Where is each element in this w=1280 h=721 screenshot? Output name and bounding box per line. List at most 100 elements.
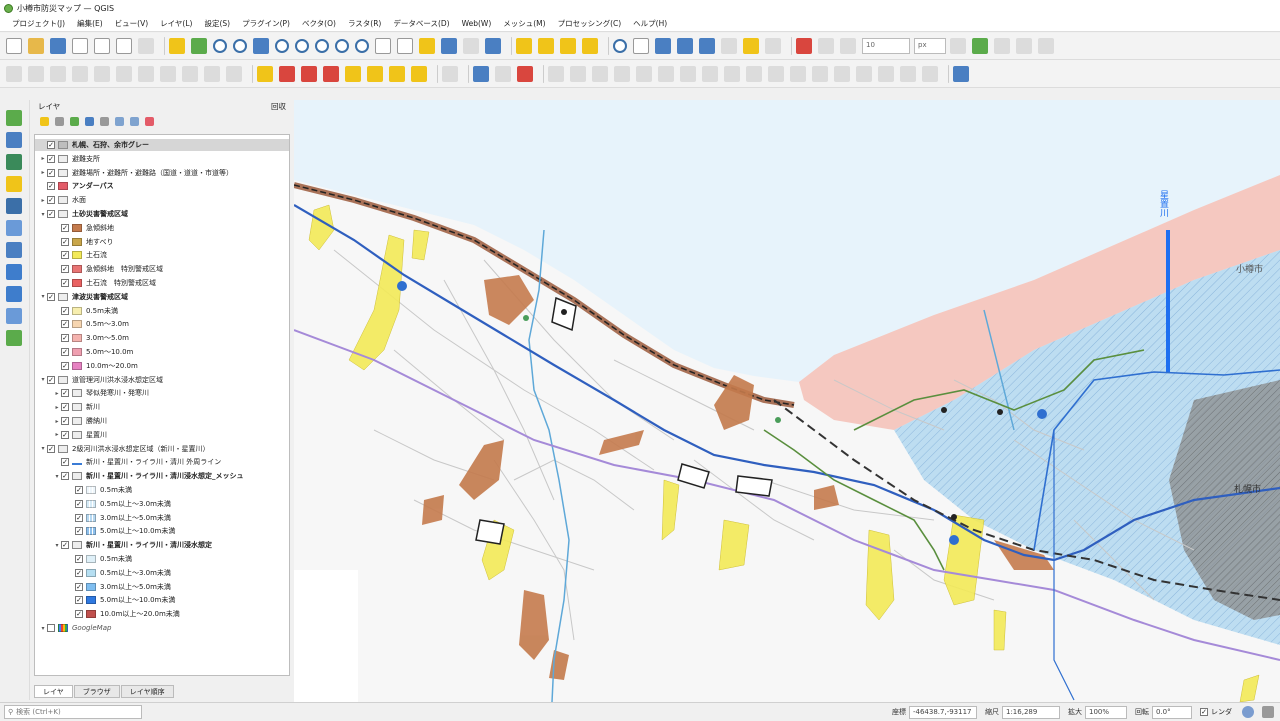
layer-visibility-checkbox[interactable]: ✓: [61, 417, 69, 425]
layer-tree-item[interactable]: ✓ 新川・星置川・ライラ川・清川 外周ライン: [35, 456, 289, 468]
add-feature-icon[interactable]: [72, 65, 88, 82]
merge-features-icon[interactable]: [812, 65, 828, 82]
style-manager-icon[interactable]: [138, 38, 154, 54]
menu-item[interactable]: ベクタ(O): [296, 18, 342, 29]
locator-search-input[interactable]: ⚲ 検索 (Ctrl+K): [4, 705, 142, 719]
undo-icon[interactable]: [204, 65, 220, 82]
layers-panel-close-button[interactable]: 回収: [271, 101, 286, 111]
add-spatialite-icon[interactable]: [6, 220, 22, 236]
select-by-value-icon[interactable]: [538, 38, 554, 54]
self-snapping-icon[interactable]: [972, 38, 988, 54]
identify-icon[interactable]: [613, 39, 627, 53]
expand-arrow-icon[interactable]: ▸: [53, 418, 61, 425]
layer-visibility-checkbox[interactable]: ✓: [61, 237, 69, 246]
field-calculator-icon[interactable]: [699, 38, 715, 54]
text-tool-icon[interactable]: [517, 65, 533, 82]
layer-visibility-checkbox[interactable]: ✓: [61, 403, 69, 412]
layer-visibility-checkbox[interactable]: ✓: [61, 541, 69, 550]
text-annotation-icon[interactable]: [765, 38, 781, 54]
layer-tree-item[interactable]: ▾ ✓ 道管理河川洪水浸水想定区域: [35, 374, 289, 386]
zoom-full-icon[interactable]: [253, 38, 269, 54]
layer-tree-item[interactable]: ✓ 0.5m～3.0m: [35, 318, 289, 330]
scale-field[interactable]: 1:16,289: [1002, 705, 1060, 719]
layer-visibility-checkbox[interactable]: ✓: [61, 389, 69, 398]
layer-tree-item[interactable]: ✓ アンダーパス: [35, 180, 289, 192]
expand-arrow-icon[interactable]: ▾: [53, 542, 61, 549]
layer-visibility-checkbox[interactable]: ✓: [61, 430, 69, 439]
panel-tab[interactable]: レイヤ順序: [120, 685, 174, 698]
show-hide-labels-icon[interactable]: [345, 65, 361, 82]
layer-visibility-checkbox[interactable]: ✓: [75, 527, 83, 536]
delete-part-icon[interactable]: [702, 65, 718, 82]
snapping-mode-icon[interactable]: [818, 38, 834, 54]
move-label-icon[interactable]: [367, 65, 383, 82]
menu-item[interactable]: プロジェクト(J): [6, 18, 71, 29]
layer-tree-item[interactable]: ▸ ✓ 琴似発寒川・発寒川: [35, 387, 289, 399]
layer-tree-item[interactable]: ▸ ✓ 水面: [35, 194, 289, 206]
layer-tree-item[interactable]: ✓ 0.5m未満: [35, 305, 289, 317]
deselect-icon[interactable]: [560, 38, 576, 54]
topology-editing-icon[interactable]: [950, 38, 966, 54]
expand-arrow-icon[interactable]: ▸: [39, 169, 47, 176]
menu-item[interactable]: レイヤ(L): [154, 18, 198, 29]
layout-manager-icon[interactable]: [116, 38, 132, 54]
split-parts-icon[interactable]: [790, 65, 806, 82]
menu-item[interactable]: プロセッシング(C): [552, 18, 628, 29]
map-tips-icon[interactable]: [743, 38, 759, 54]
layer-visibility-checkbox[interactable]: ✓: [47, 141, 55, 149]
layer-visibility-checkbox[interactable]: ✓: [61, 320, 69, 329]
layer-tree-item[interactable]: ✓ 0.5m未満: [35, 553, 289, 565]
change-label-icon[interactable]: [411, 65, 427, 82]
layer-visibility-checkbox[interactable]: ✓: [47, 182, 55, 191]
expand-arrow-icon[interactable]: ▸: [53, 404, 61, 411]
layer-visibility-checkbox[interactable]: ✓: [47, 444, 55, 453]
new-3d-map-icon[interactable]: [397, 38, 413, 54]
layer-visibility-checkbox[interactable]: ✓: [75, 568, 83, 577]
data-source-manager-icon[interactable]: [6, 110, 22, 126]
measure-icon[interactable]: [721, 38, 737, 54]
magnifier-field[interactable]: 100%: [1085, 705, 1127, 719]
gps-icon[interactable]: [442, 65, 458, 82]
split-features-icon[interactable]: [768, 65, 784, 82]
layer-visibility-checkbox[interactable]: ✓: [75, 486, 83, 494]
layer-tree-item[interactable]: ▾ ✓ 新川・星置川・ライラ川・清川浸水想定: [35, 539, 289, 551]
filter-by-expression-icon[interactable]: [100, 116, 109, 126]
expand-arrow-icon[interactable]: ▾: [39, 376, 47, 383]
add-wms-icon[interactable]: [6, 264, 22, 280]
expand-arrow-icon[interactable]: ▸: [53, 431, 61, 438]
merge-attributes-icon[interactable]: [834, 65, 850, 82]
layer-visibility-checkbox[interactable]: ✓: [61, 251, 69, 260]
add-wfs-icon[interactable]: [6, 286, 22, 302]
reshape-features-icon[interactable]: [724, 65, 740, 82]
snapping-tolerance-input[interactable]: 10: [862, 38, 910, 54]
expand-all-icon[interactable]: [115, 116, 124, 126]
coordinate-field[interactable]: -46438.7,-93117: [909, 705, 977, 719]
layer-tree-item[interactable]: ▾ GoogleMap: [35, 622, 289, 634]
expand-arrow-icon[interactable]: ▾: [39, 293, 47, 300]
layer-tree-item[interactable]: ✓ 0.5m以上～3.0m未満: [35, 498, 289, 510]
rotate-point-symbols-icon[interactable]: [856, 65, 872, 82]
zoom-in-icon[interactable]: [213, 39, 227, 53]
snapping-unit-select[interactable]: px: [914, 38, 946, 54]
expand-arrow-icon[interactable]: ▸: [39, 197, 47, 204]
select-location-icon[interactable]: [582, 38, 598, 54]
cut-features-icon[interactable]: [138, 65, 154, 82]
add-vector-layer-icon[interactable]: [6, 132, 22, 148]
menu-item[interactable]: ラスタ(R): [342, 18, 387, 29]
layer-tree-item[interactable]: ✓ 3.0m以上～5.0m未満: [35, 581, 289, 593]
add-group-icon[interactable]: [55, 116, 64, 126]
layer-visibility-checkbox[interactable]: ✓: [75, 555, 83, 563]
menu-item[interactable]: メッシュ(M): [497, 18, 551, 29]
layer-visibility-checkbox[interactable]: ✓: [61, 458, 69, 467]
snapping-type-icon[interactable]: [840, 38, 856, 54]
trace-icon[interactable]: [1016, 38, 1032, 54]
layer-tree-item[interactable]: ✓ 0.5m以上～3.0m未満: [35, 567, 289, 579]
layer-tree-item[interactable]: ▸ ✓ 避難支所: [35, 153, 289, 165]
new-print-layout-icon[interactable]: [94, 38, 110, 54]
redo-icon[interactable]: [226, 65, 242, 82]
collapse-all-icon[interactable]: [130, 116, 139, 126]
zoom-native-icon[interactable]: [315, 39, 329, 53]
trim-extend-icon[interactable]: [922, 65, 938, 82]
layer-tree-item[interactable]: ▾ ✓ 新川・星置川・ライラ川・清川浸水想定_メッシュ: [35, 470, 289, 482]
rotate-feature-icon[interactable]: [570, 65, 586, 82]
